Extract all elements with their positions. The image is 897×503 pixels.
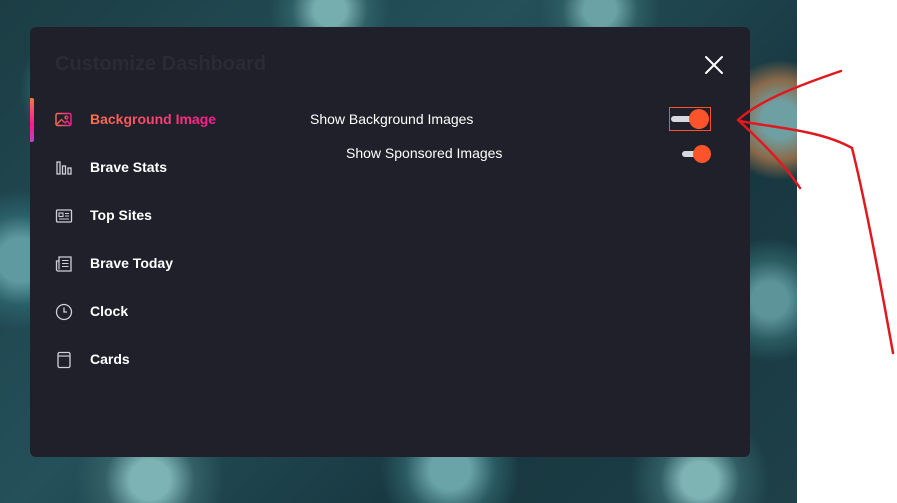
toggle-knob: [693, 145, 711, 163]
sidebar-item-background-image[interactable]: Background Image: [30, 98, 270, 142]
sidebar-item-top-sites[interactable]: Top Sites: [30, 194, 270, 238]
cards-icon: [57, 351, 71, 369]
sidebar-item-brave-today[interactable]: Brave Today: [30, 242, 270, 286]
image-icon: [55, 112, 72, 127]
customize-dashboard-dialog: Customize Dashboard Background Image Bra…: [30, 27, 750, 457]
toggle-knob: [689, 109, 709, 129]
show-sponsored-images-toggle[interactable]: [681, 145, 711, 163]
sidebar-item-label: Brave Today: [90, 255, 173, 271]
sidebar-item-label: Cards: [90, 351, 130, 367]
show-sponsored-images-label: Show Sponsored Images: [346, 145, 503, 161]
close-button[interactable]: [702, 53, 726, 77]
sidebar-item-label: Top Sites: [90, 207, 152, 223]
dialog-title: Customize Dashboard: [55, 53, 267, 75]
bar-chart-icon: [56, 161, 72, 175]
active-indicator: [30, 98, 34, 142]
sidebar-item-label: Brave Stats: [90, 159, 168, 175]
sidebar-item-brave-stats[interactable]: Brave Stats: [30, 146, 270, 190]
sidebar-item-clock[interactable]: Clock: [30, 290, 270, 334]
clock-icon: [55, 303, 73, 321]
sidebar-item-label: Clock: [90, 303, 129, 319]
newspaper-icon: [55, 256, 72, 272]
sidebar-item-label: Background Image: [90, 111, 217, 127]
show-background-images-toggle[interactable]: [669, 107, 711, 131]
sidebar-item-cards[interactable]: Cards: [30, 338, 270, 382]
close-icon: [705, 56, 723, 74]
show-background-images-label: Show Background Images: [310, 111, 474, 127]
top-sites-icon: [55, 209, 73, 223]
